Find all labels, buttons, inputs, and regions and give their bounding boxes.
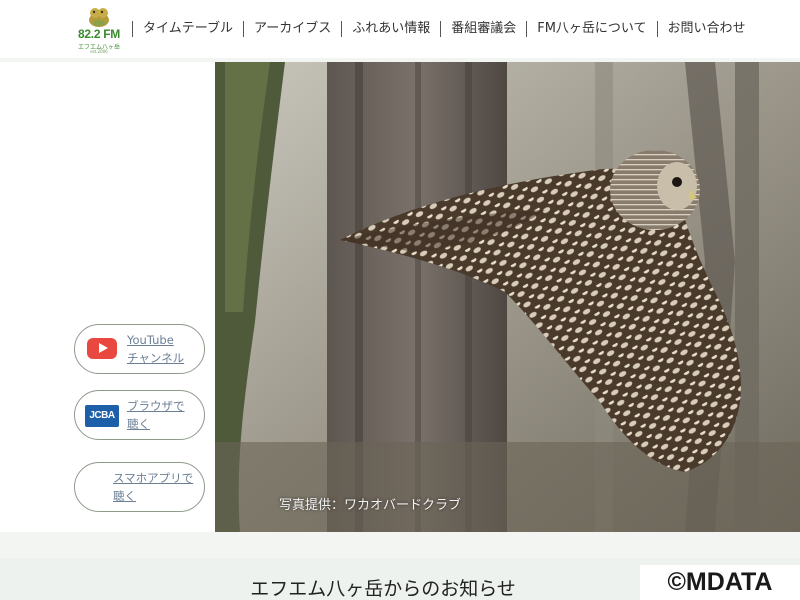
app-label-line1: スマホアプリで bbox=[113, 471, 194, 485]
watermark: ©MDATA bbox=[640, 565, 800, 600]
logo-established: est.2006 bbox=[90, 49, 108, 54]
listen-in-browser-button[interactable]: JCBA ブラウザで 聴く bbox=[74, 390, 205, 440]
browser-label-line1: ブラウザで bbox=[127, 399, 185, 413]
youtube-play-icon bbox=[87, 338, 117, 359]
photo-credit: 写真提供：ワカオバードクラブ bbox=[279, 498, 462, 513]
owl-photo-illustration bbox=[215, 62, 800, 532]
youtube-channel-button[interactable]: YouTube チャンネル bbox=[74, 324, 205, 374]
station-logo[interactable]: 82.2 FM エフエム八ヶ岳 est.2006 bbox=[72, 6, 126, 54]
nav-contact[interactable]: お問い合わせ bbox=[656, 21, 756, 37]
main-nav: タイムテーブル アーカイブス ふれあい情報 番組審議会 FM八ヶ岳について お問… bbox=[132, 19, 756, 39]
nav-program-council[interactable]: 番組審議会 bbox=[440, 21, 526, 37]
logo-frequency: 82.2 FM bbox=[78, 27, 120, 41]
sidebar: YouTube チャンネル JCBA ブラウザで 聴く スマホアプリで 聴く bbox=[0, 62, 215, 532]
site-header: 82.2 FM エフエム八ヶ岳 est.2006 タイムテーブル アーカイブス … bbox=[0, 0, 800, 58]
jcba-logo-icon: JCBA bbox=[85, 405, 119, 427]
nav-community-info[interactable]: ふれあい情報 bbox=[341, 21, 440, 37]
nav-archives[interactable]: アーカイブス bbox=[242, 21, 341, 37]
nav-timetable[interactable]: タイムテーブル bbox=[132, 21, 243, 37]
browser-label-line2: 聴く bbox=[127, 417, 150, 431]
listen-in-app-button[interactable]: スマホアプリで 聴く bbox=[74, 462, 205, 512]
app-label-line2: 聴く bbox=[113, 489, 136, 503]
mascot-icon bbox=[89, 8, 109, 27]
youtube-label-line1: YouTube bbox=[127, 333, 174, 347]
nav-about[interactable]: FM八ヶ岳について bbox=[526, 21, 656, 37]
hero-photo: 写真提供：ワカオバードクラブ bbox=[215, 62, 800, 532]
youtube-label-line2: チャンネル bbox=[127, 351, 185, 365]
page: 82.2 FM エフエム八ヶ岳 est.2006 タイムテーブル アーカイブス … bbox=[0, 0, 800, 600]
